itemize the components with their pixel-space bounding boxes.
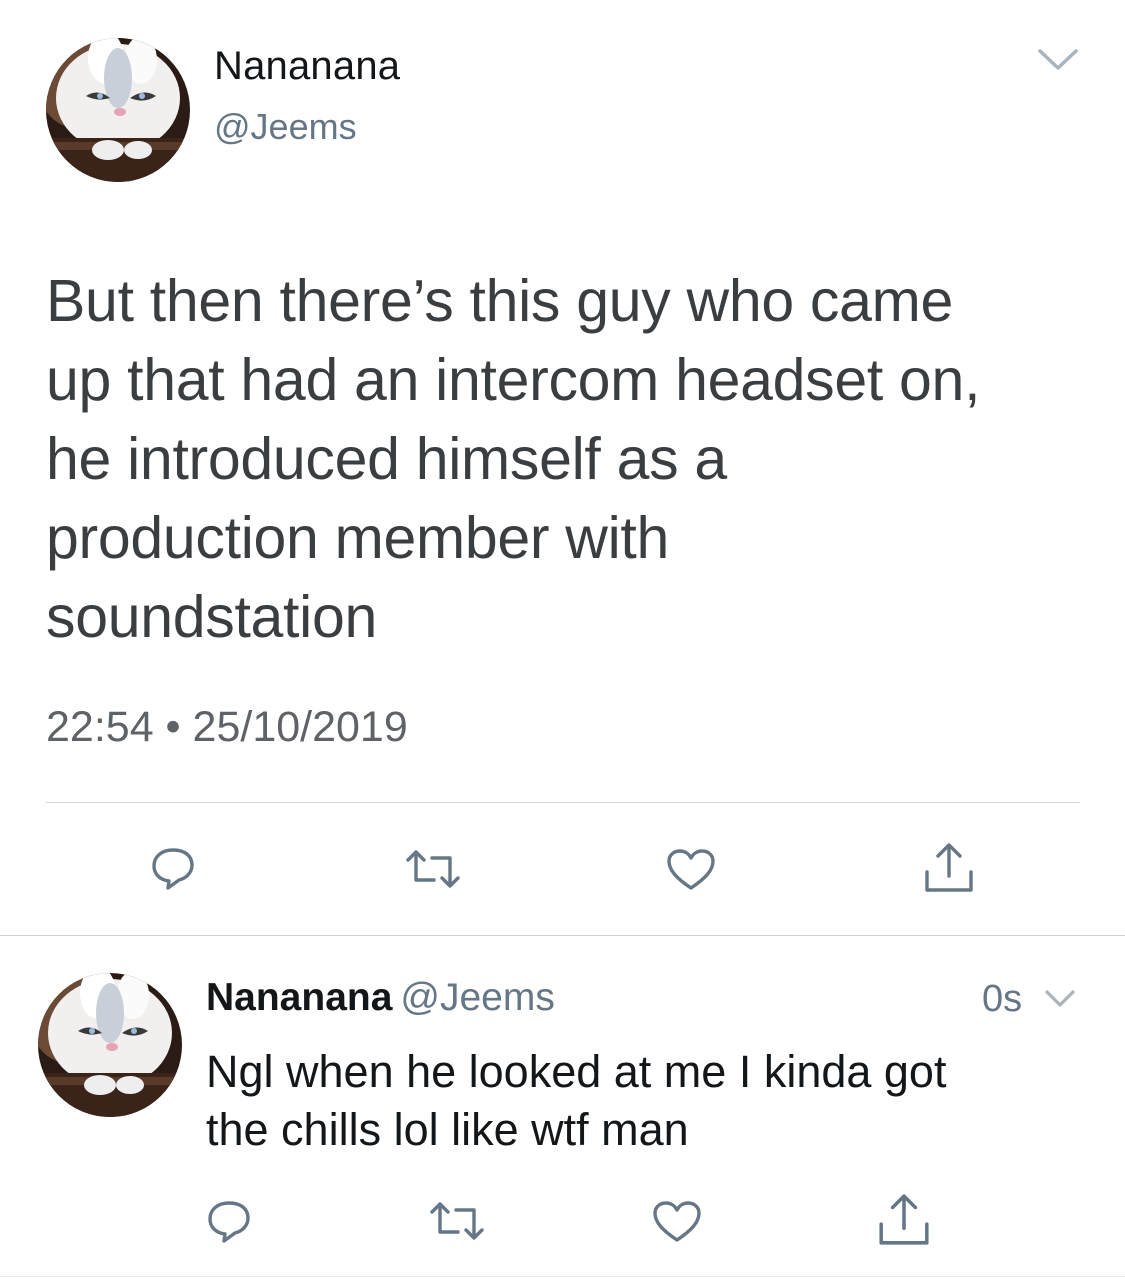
tweet-text-line: he introduced himself as a: [46, 426, 727, 492]
reply-icon[interactable]: [206, 1198, 252, 1244]
reply-text: Ngl when he looked at me I kinda got the…: [206, 1043, 1086, 1159]
avatar-image: [46, 38, 190, 182]
tweet-separator: [0, 935, 1125, 936]
share-icon[interactable]: [876, 1192, 932, 1248]
tweet-thread-screen: Nananana @Jeems But then there’s this gu…: [0, 0, 1125, 1280]
like-icon[interactable]: [652, 1200, 702, 1244]
tweet-text-line: soundstation: [46, 584, 377, 650]
tweet-text: But then there’s this guy who came up th…: [46, 262, 1086, 657]
reply-text-line: Ngl when he looked at me I kinda got: [206, 1046, 947, 1097]
tweet-relative-time: 0s: [982, 978, 1023, 1020]
chevron-down-icon[interactable]: [1044, 988, 1076, 1010]
avatar[interactable]: [46, 38, 190, 182]
divider: [46, 802, 1080, 803]
user-handle[interactable]: @Jeems: [214, 106, 357, 148]
tweet-text-line: But then there’s this guy who came: [46, 268, 954, 334]
tweet-timestamp[interactable]: 22:54 • 25/10/2019: [46, 703, 408, 752]
tweet-text-line: up that had an intercom headset on,: [46, 347, 981, 413]
main-tweet: Nananana @Jeems But then there’s this gu…: [0, 0, 1125, 935]
reply-header: Nananana @Jeems: [206, 976, 555, 1020]
display-name[interactable]: Nananana: [214, 44, 400, 89]
avatar[interactable]: [38, 973, 182, 1117]
tweet-text-line: production member with: [46, 505, 670, 571]
retweet-icon[interactable]: [404, 848, 462, 890]
share-icon[interactable]: [922, 842, 976, 894]
divider: [0, 1276, 1125, 1277]
display-name[interactable]: Nananana: [206, 976, 392, 1019]
chevron-down-icon[interactable]: [1036, 46, 1080, 74]
like-icon[interactable]: [666, 848, 716, 892]
user-handle[interactable]: @Jeems: [400, 976, 554, 1019]
reply-text-line: the chills lol like wtf man: [206, 1104, 689, 1155]
retweet-icon[interactable]: [428, 1200, 486, 1242]
avatar-image: [38, 973, 182, 1117]
reply-icon[interactable]: [150, 845, 196, 891]
